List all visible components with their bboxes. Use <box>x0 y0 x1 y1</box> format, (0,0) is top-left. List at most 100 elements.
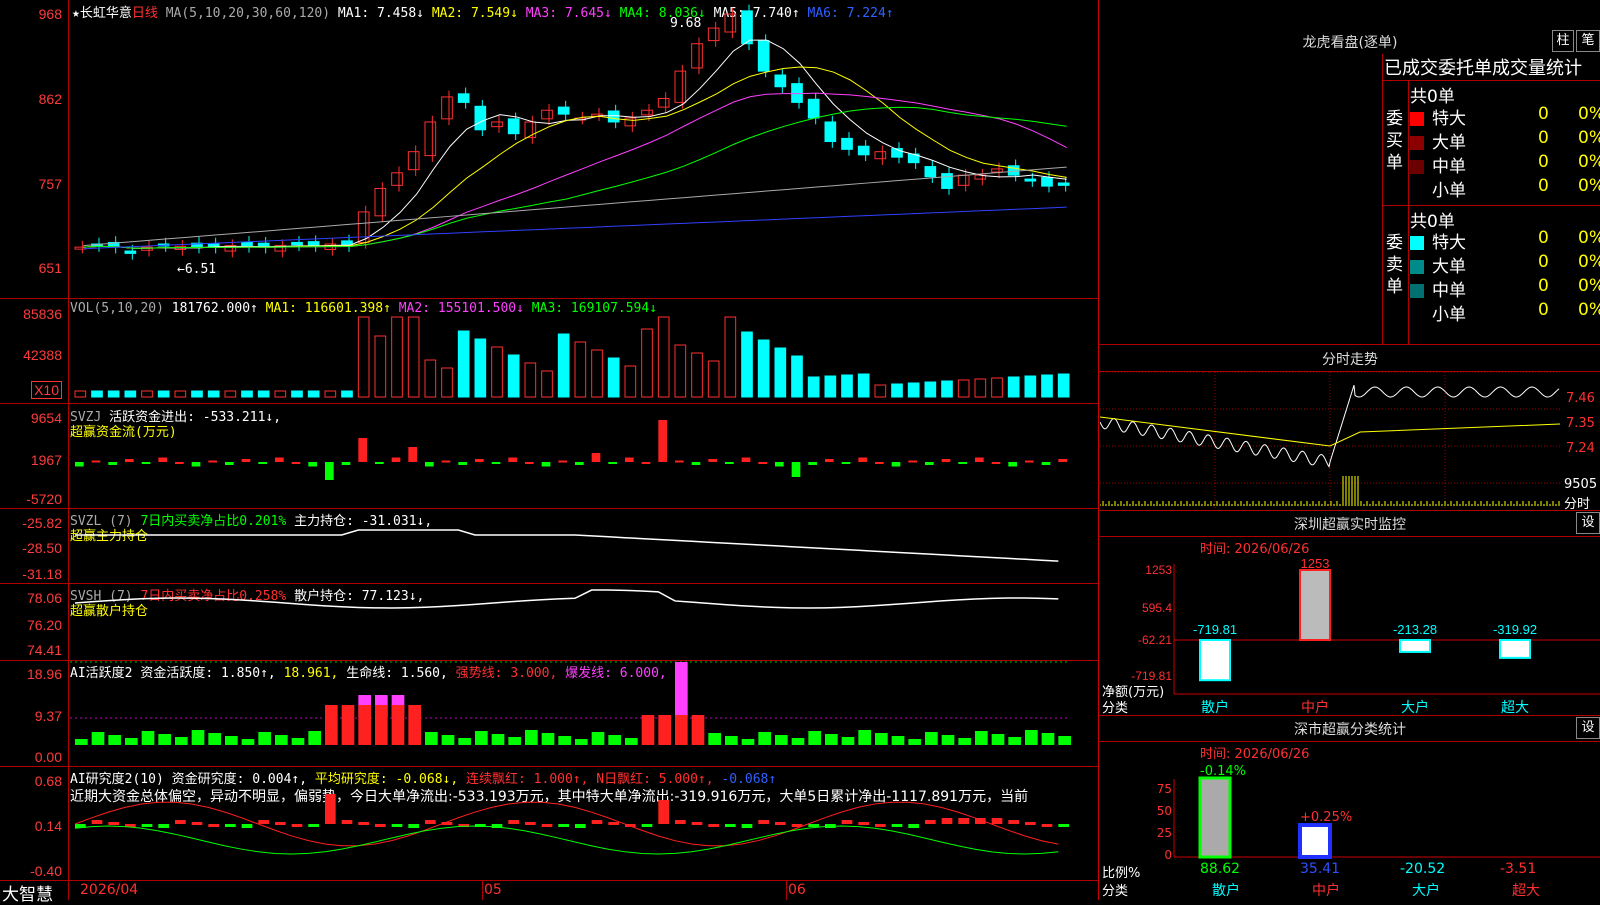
ai2-bar <box>758 732 771 745</box>
ai2-bar <box>358 705 371 745</box>
volume-bar <box>191 390 203 398</box>
candle <box>374 187 387 217</box>
ai2-bar <box>491 734 505 745</box>
ai3-bar <box>91 820 103 824</box>
color-swatch <box>1410 160 1424 174</box>
candle <box>557 106 570 115</box>
candle <box>674 70 687 103</box>
ai2-bar <box>441 735 455 745</box>
volume-bar <box>1041 374 1053 398</box>
color-swatch <box>1410 260 1424 274</box>
classify-title: 深市超赢分类统计 <box>1294 722 1406 738</box>
classify-top: +0.25% <box>1300 810 1352 825</box>
ai3-bar <box>175 820 186 824</box>
ai2-bar <box>341 705 355 745</box>
pane-divider <box>0 880 1098 881</box>
ma-line <box>83 92 1067 249</box>
color-swatch <box>1410 112 1424 126</box>
ai2-tick: 0.00 <box>34 749 62 765</box>
ai2-bar <box>91 732 105 745</box>
flow-bar <box>958 462 967 464</box>
classify-panel: 深市超赢分类统计 设 时间: 2026/06/26 75 50 25 0 -0.14% +… <box>1100 715 1600 900</box>
ai3-bar <box>875 824 886 827</box>
row-percent: 0% <box>1578 276 1600 296</box>
price-tick: 651 <box>38 260 62 276</box>
volume-bar <box>424 359 437 398</box>
ai2-bar <box>375 705 388 745</box>
ai3-bar <box>408 824 419 828</box>
ai2-bar <box>208 733 221 745</box>
svzl-tick: -31.18 <box>22 566 62 582</box>
flow-bar <box>541 462 551 467</box>
tick-mode-button[interactable]: 笔 <box>1576 30 1600 52</box>
flow-bar <box>375 462 384 464</box>
flow-bar <box>391 457 401 462</box>
kline-chart[interactable] <box>70 0 1098 880</box>
flow-bar <box>75 462 84 467</box>
classify-ylabel: 比例% <box>1102 866 1140 881</box>
ai2-bar <box>575 739 588 745</box>
price-tick: 757 <box>38 176 62 192</box>
month-tick <box>786 880 787 900</box>
intraday-y1: 7.46 <box>1566 391 1595 406</box>
flow-bar <box>458 462 467 465</box>
ai2-bar <box>941 735 955 745</box>
volume-bar <box>391 316 403 398</box>
sell-row: 大单 0 0% <box>1410 252 1600 277</box>
buy-label: 委买单 <box>1386 109 1403 173</box>
ai2-bar <box>175 737 188 745</box>
classify-category: 大户 <box>1412 882 1440 899</box>
classify-settings-button[interactable]: 设 <box>1576 717 1600 739</box>
flow-bar <box>91 460 101 463</box>
candle <box>857 145 870 156</box>
volume-bar <box>341 390 353 398</box>
intraday-chart[interactable] <box>1100 372 1600 510</box>
svzj-tick: 1967 <box>30 452 62 468</box>
ai2-bar <box>241 739 255 745</box>
flow-bar <box>141 462 151 464</box>
ai2-bar <box>75 739 88 745</box>
monitor-settings-button[interactable]: 设 <box>1576 512 1600 534</box>
candle <box>307 241 320 247</box>
bar-mode-button[interactable]: 柱 <box>1552 30 1574 52</box>
row-name: 中单 <box>1432 281 1466 301</box>
monitor-category: 散户 <box>1201 699 1229 716</box>
classify-chart: 75 50 25 0 -0.14% +0.25% 88.62 散户 35.41 中户 -20.52 大… <box>1102 764 1600 899</box>
ai2-bar <box>125 738 138 745</box>
ai3-bar <box>925 820 936 824</box>
flow-bar <box>508 457 517 462</box>
svsh-tick: 76.20 <box>26 617 62 633</box>
flow-bar <box>791 462 801 477</box>
flow-bar <box>108 462 117 465</box>
volume-bar <box>541 370 553 398</box>
volume-bar <box>241 390 253 398</box>
monitor-category: 超大 <box>1501 700 1529 716</box>
candle <box>757 40 770 72</box>
ai3-bar <box>191 822 203 825</box>
ai3-bar <box>958 818 969 824</box>
row-name: 小单 <box>1432 305 1466 325</box>
ai3-bar <box>308 824 319 827</box>
monitor-value: -213.28 <box>1393 622 1437 637</box>
flow-bar <box>658 420 667 462</box>
svzj-bars <box>75 420 1067 480</box>
intraday-vol: 9505 <box>1564 477 1598 492</box>
ai3-bar <box>275 822 286 825</box>
ai2-bar <box>425 732 438 745</box>
axis-divider <box>68 0 69 900</box>
volume-bar <box>324 390 337 398</box>
volume-bar <box>991 377 1003 398</box>
ai2-bar <box>725 736 738 745</box>
volume-bar <box>941 380 953 398</box>
svzl-tick: -28.50 <box>22 540 62 556</box>
ai3-tick: 0.68 <box>34 773 62 789</box>
ai3-bar <box>1041 824 1053 827</box>
ai3-bar <box>641 824 653 827</box>
ai3-bar <box>941 818 953 824</box>
candle <box>457 93 470 103</box>
flow-bar <box>725 462 734 464</box>
row-percent: 0% <box>1578 300 1600 320</box>
candle <box>607 110 620 123</box>
ai2-bar <box>841 737 855 745</box>
candle <box>691 43 703 69</box>
